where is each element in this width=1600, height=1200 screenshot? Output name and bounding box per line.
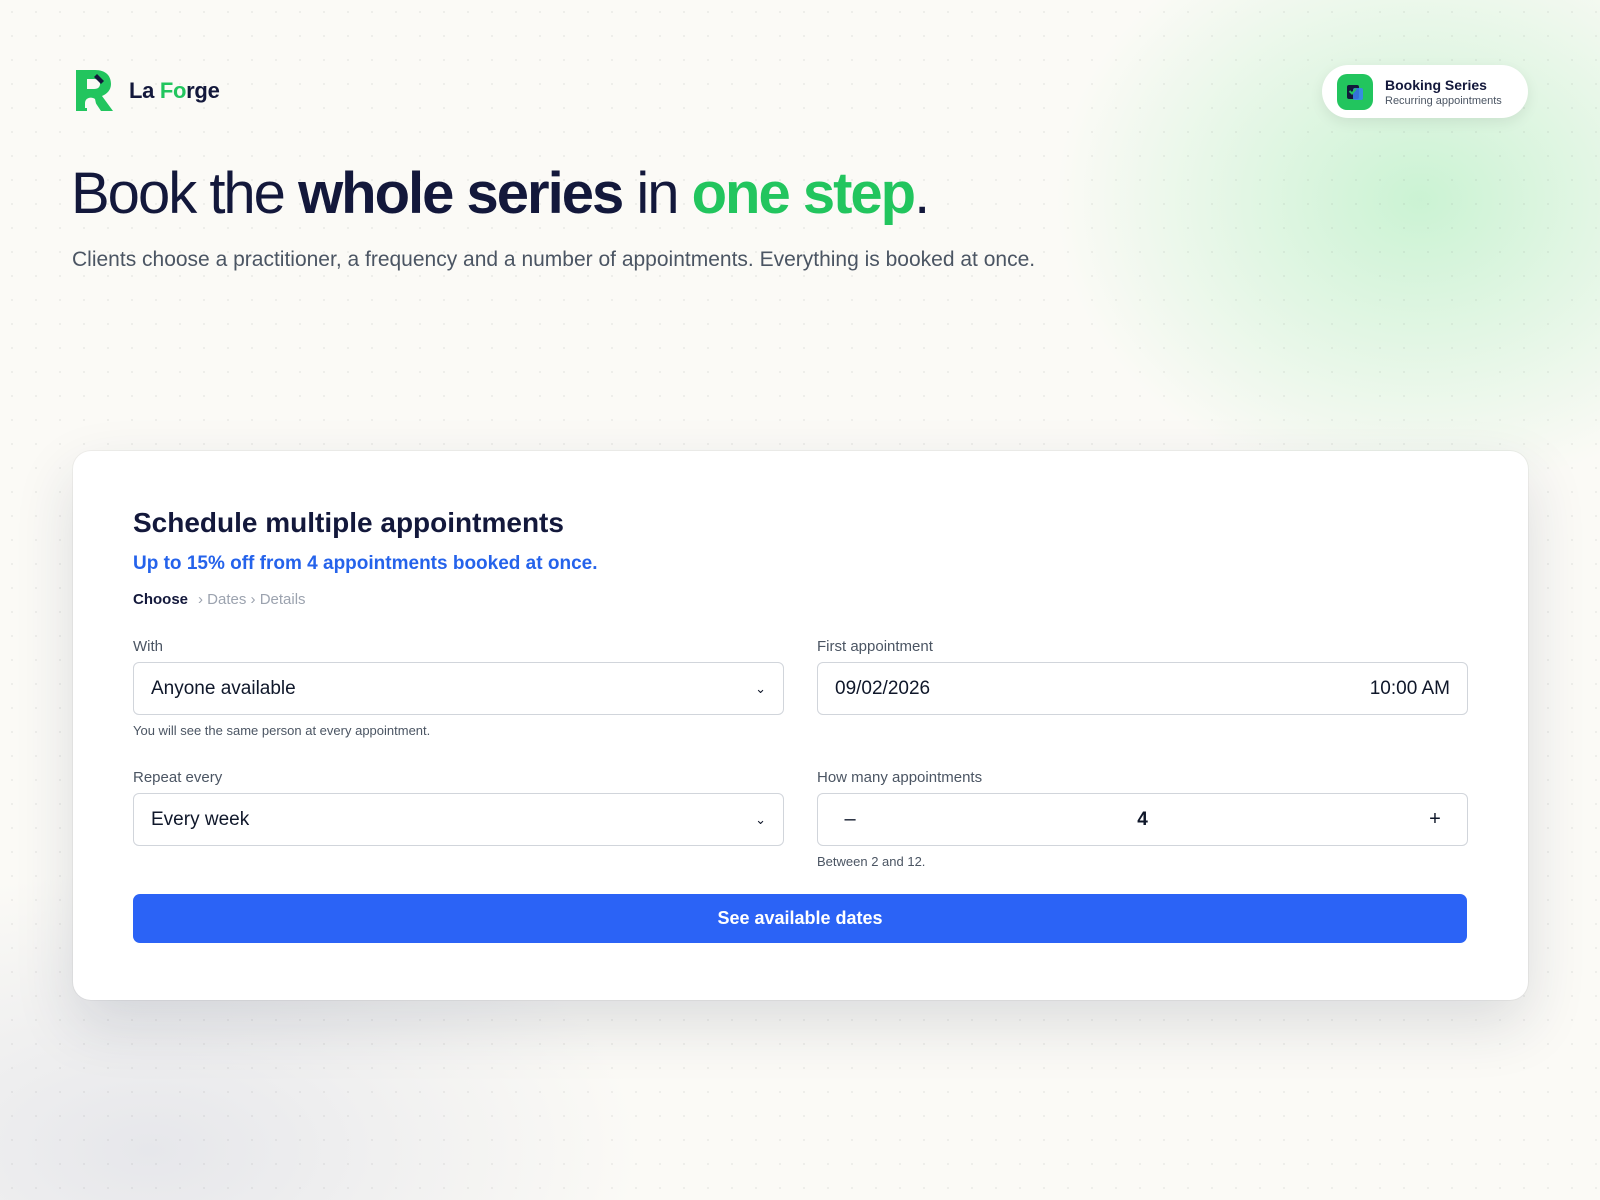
- repeat-value: Every week: [151, 808, 250, 830]
- quantity-stepper[interactable]: – 4 +: [817, 793, 1468, 846]
- calendar-check-icon: [1337, 73, 1373, 110]
- brand-name: La Forge: [129, 77, 220, 103]
- badge-subtitle: Recurring appointments: [1385, 94, 1502, 107]
- step-remaining: › Dates › Details: [198, 591, 306, 608]
- count-label: How many appointments: [817, 769, 983, 786]
- form-title: Schedule multiple appointments: [133, 507, 564, 538]
- practitioner-select[interactable]: Anyone available ⌄: [133, 662, 784, 715]
- step-breadcrumb: Choose › Dates › Details: [133, 591, 306, 608]
- chevron-down-icon: ⌄: [755, 680, 766, 696]
- repeat-label: Repeat every: [133, 769, 223, 786]
- quantity-value: 4: [1137, 808, 1148, 830]
- with-help: You will see the same person at every ap…: [133, 723, 431, 738]
- increment-button[interactable]: +: [1423, 808, 1447, 831]
- see-available-dates-button[interactable]: See available dates: [133, 894, 1467, 943]
- with-label: With: [133, 638, 163, 655]
- brand-logo[interactable]: La Forge: [73, 68, 220, 113]
- practitioner-value: Anyone available: [151, 677, 296, 699]
- booking-series-badge: Booking Series Recurring appointments: [1322, 65, 1528, 118]
- count-help: Between 2 and 12.: [817, 854, 926, 869]
- hero-subtitle: Clients choose a practitioner, a frequen…: [72, 248, 1036, 271]
- step-choose: Choose: [133, 591, 189, 608]
- promo-text: Up to 15% off from 4 appointments booked…: [133, 553, 598, 574]
- badge-title: Booking Series: [1385, 76, 1487, 93]
- first-appointment-input[interactable]: 09/02/2026 10:00 AM: [817, 662, 1468, 715]
- first-appointment-label: First appointment: [817, 638, 933, 655]
- hero-headline: Book the whole series in one step.: [71, 161, 930, 226]
- chevron-down-icon: ⌄: [755, 811, 766, 827]
- decrement-button[interactable]: –: [838, 808, 862, 831]
- first-appointment-date[interactable]: 09/02/2026: [835, 678, 1370, 700]
- first-appointment-time[interactable]: 10:00 AM: [1370, 678, 1450, 700]
- repeat-select[interactable]: Every week ⌄: [133, 793, 784, 846]
- la-forge-logo-icon: [76, 70, 113, 111]
- booking-form-card: Schedule multiple appointments Up to 15%…: [73, 451, 1528, 1000]
